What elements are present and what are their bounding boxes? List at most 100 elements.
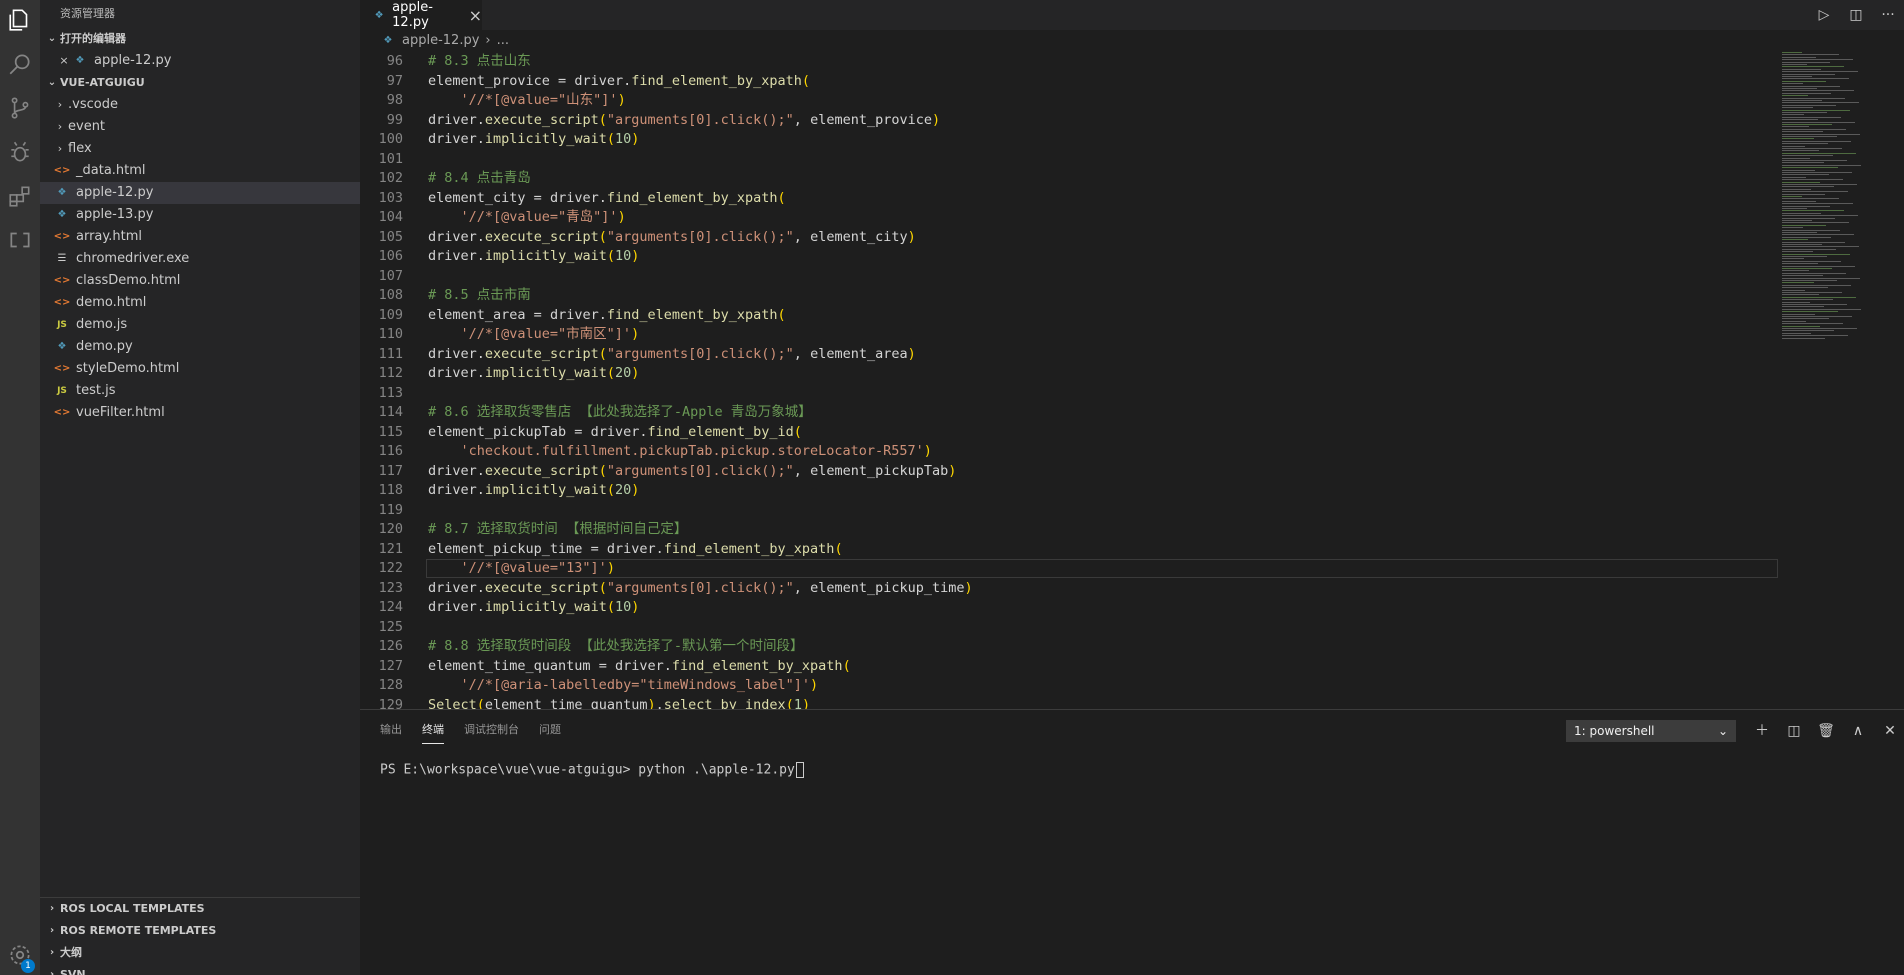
file-item[interactable]: ☰ chromedriver.exe bbox=[40, 248, 360, 270]
source-control-icon[interactable] bbox=[0, 88, 40, 128]
tab-apple-12-py[interactable]: ❖ apple-12.py × bbox=[360, 0, 482, 30]
minimap-line bbox=[1782, 229, 1840, 231]
minimap-line bbox=[1782, 112, 1827, 113]
minimap-line bbox=[1782, 152, 1856, 154]
trash-icon[interactable]: 🗑 bbox=[1814, 720, 1838, 742]
breadcrumb-file[interactable]: apple-12.py bbox=[402, 30, 479, 52]
file-label: classDemo.html bbox=[76, 273, 181, 288]
minimap-line bbox=[1782, 212, 1821, 214]
file-item[interactable]: ❖ apple-12.py bbox=[40, 182, 360, 204]
minimap-line bbox=[1782, 124, 1832, 125]
minimap-line bbox=[1782, 318, 1829, 320]
terminal[interactable]: PS E:\workspace\vue\vue-atguigu> python … bbox=[380, 762, 804, 778]
chevron-down-icon: ⌄ bbox=[47, 77, 57, 88]
file-item[interactable]: <> array.html bbox=[40, 226, 360, 248]
collapsed-section[interactable]: › 大纲 bbox=[40, 942, 360, 964]
minimap-line bbox=[1782, 68, 1821, 70]
file-item[interactable]: <> _data.html bbox=[40, 160, 360, 182]
folder-item[interactable]: › flex bbox=[40, 138, 360, 160]
minimap-line bbox=[1782, 157, 1810, 159]
line-number: 103 bbox=[378, 189, 403, 206]
minimap-line bbox=[1782, 337, 1825, 339]
code-line: 102 # 8.4 点击青岛 bbox=[360, 169, 1778, 188]
minimap-line bbox=[1782, 205, 1830, 207]
panel-tab[interactable]: 终端 bbox=[422, 720, 444, 744]
file-item[interactable]: JS test.js bbox=[40, 380, 360, 402]
extensions-icon[interactable] bbox=[0, 176, 40, 216]
debug-icon[interactable] bbox=[0, 132, 40, 172]
close-icon[interactable]: × bbox=[56, 50, 72, 72]
minimap-line bbox=[1782, 265, 1855, 267]
file-item[interactable]: JS demo.js bbox=[40, 314, 360, 336]
file-item[interactable]: <> classDemo.html bbox=[40, 270, 360, 292]
code-line: 111 driver.execute_script("arguments[0].c… bbox=[360, 345, 1778, 364]
minimap-line bbox=[1782, 160, 1847, 161]
minimap-line bbox=[1782, 102, 1859, 104]
minimap-line bbox=[1782, 328, 1857, 329]
minimap-line bbox=[1782, 136, 1837, 137]
code-line: 110 '//*[@value="市南区"]') bbox=[360, 325, 1778, 344]
line-text: element_city = driver.find_element_by_xp… bbox=[428, 189, 786, 206]
file-label: array.html bbox=[76, 229, 142, 244]
close-icon[interactable]: × bbox=[469, 6, 482, 25]
minimap-line bbox=[1782, 114, 1804, 116]
breadcrumb-rest[interactable]: ... bbox=[497, 30, 509, 52]
minimap-line bbox=[1782, 109, 1850, 111]
split-editor-icon[interactable]: ◫ bbox=[1840, 7, 1872, 23]
panel-tab[interactable]: 问题 bbox=[539, 720, 561, 744]
minimap-line bbox=[1782, 256, 1827, 257]
line-number: 104 bbox=[378, 209, 403, 225]
code-line: 118 driver.implicitly_wait(20) bbox=[360, 481, 1778, 500]
file-item[interactable]: ❖ demo.py bbox=[40, 336, 360, 358]
explorer-icon[interactable] bbox=[0, 0, 40, 40]
minimap-line bbox=[1782, 128, 1846, 130]
more-actions-icon[interactable]: ··· bbox=[1872, 7, 1904, 23]
panel-tab[interactable]: 输出 bbox=[380, 720, 402, 744]
file-item[interactable]: <> vueFilter.html bbox=[40, 402, 360, 424]
terminal-select[interactable]: 1: powershell ⌄ bbox=[1566, 720, 1736, 742]
minimap-line bbox=[1782, 184, 1857, 185]
minimap[interactable] bbox=[1778, 52, 1904, 709]
panel-tab[interactable]: 调试控制台 bbox=[464, 720, 519, 744]
file-item[interactable]: ❖ apple-13.py bbox=[40, 204, 360, 226]
project-header[interactable]: ⌄ VUE-ATGUIGU bbox=[40, 72, 360, 94]
new-terminal-icon[interactable]: ＋ bbox=[1750, 720, 1774, 742]
collapsed-section[interactable]: › SVN bbox=[40, 964, 360, 975]
collapsed-section[interactable]: › ROS LOCAL TEMPLATES bbox=[40, 898, 360, 920]
minimap-line bbox=[1782, 61, 1830, 63]
minimap-line bbox=[1782, 222, 1849, 224]
minimap-line bbox=[1782, 162, 1824, 164]
tab-label: apple-12.py bbox=[392, 0, 433, 30]
maximize-panel-icon[interactable]: ∧ bbox=[1846, 720, 1870, 742]
split-terminal-icon[interactable]: ◫ bbox=[1782, 720, 1806, 742]
file-item[interactable]: <> styleDemo.html bbox=[40, 358, 360, 380]
minimap-line bbox=[1782, 155, 1833, 157]
close-panel-icon[interactable]: ✕ bbox=[1878, 720, 1902, 742]
minimap-line bbox=[1782, 239, 1808, 241]
code-editor[interactable]: 96 # 8.3 点击山东 97 element_provice = driver.f… bbox=[360, 52, 1778, 709]
remote-icon[interactable] bbox=[0, 220, 40, 260]
minimap-line bbox=[1782, 234, 1854, 236]
line-text: '//*[@value="市南区"]') bbox=[460, 326, 640, 342]
file-item[interactable]: <> demo.html bbox=[40, 292, 360, 314]
code-line: 127 element_time_quantum = driver.find_el… bbox=[360, 657, 1778, 676]
minimap-line bbox=[1782, 133, 1860, 135]
search-icon[interactable] bbox=[0, 44, 40, 84]
minimap-line bbox=[1782, 56, 1816, 58]
run-icon[interactable]: ▷ bbox=[1808, 7, 1840, 23]
open-editors-header[interactable]: ⌄ 打开的编辑器 bbox=[40, 28, 360, 50]
folder-item[interactable]: › .vscode bbox=[40, 94, 360, 116]
minimap-line bbox=[1782, 311, 1838, 313]
minimap-line bbox=[1782, 323, 1843, 325]
code-line: 108 # 8.5 点击市南 bbox=[360, 286, 1778, 305]
editor-area: ❖ apple-12.py × ▷ ◫ ··· ❖ apple-12.py › … bbox=[360, 0, 1904, 975]
collapsed-section[interactable]: › ROS REMOTE TEMPLATES bbox=[40, 920, 360, 942]
open-editor-item[interactable]: × ❖ apple-12.py bbox=[40, 50, 360, 72]
code-line: 112 driver.implicitly_wait(20) bbox=[360, 364, 1778, 383]
html-file-icon: <> bbox=[53, 231, 71, 242]
minimap-line bbox=[1782, 83, 1803, 85]
folder-item[interactable]: › event bbox=[40, 116, 360, 138]
line-number: 107 bbox=[378, 267, 403, 284]
minimap-line bbox=[1782, 186, 1834, 188]
minimap-line bbox=[1782, 92, 1831, 94]
